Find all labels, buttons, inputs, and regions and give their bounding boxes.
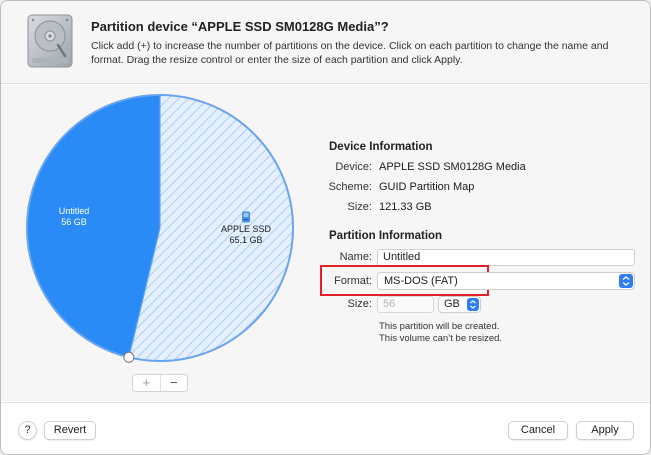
partition-size-label: Size: — [347, 298, 372, 310]
format-label: Format: — [334, 275, 372, 287]
updown-chevron-icon — [467, 298, 479, 311]
device-value: APPLE SSD SM0128G Media — [379, 161, 526, 173]
partition-info-title: Partition Information — [329, 230, 443, 242]
size-unit-select[interactable]: GB — [438, 296, 481, 313]
add-remove-partition-control: + − — [132, 374, 188, 392]
partition-note-resize: This volume can’t be resized. — [379, 333, 503, 344]
updown-chevron-icon — [619, 274, 633, 288]
partition-note-created: This partition will be created. — [379, 321, 500, 332]
cancel-button[interactable]: Cancel — [508, 421, 568, 440]
apply-button[interactable]: Apply — [576, 421, 634, 440]
partition-label-untitled: Untitled 56 GB — [43, 206, 105, 228]
dialog-header: Partition device “APPLE SSD SM0128G Medi… — [1, 1, 650, 84]
partition-name-field[interactable]: Untitled — [377, 249, 635, 266]
hard-disk-icon — [27, 14, 73, 68]
partition-size-field[interactable]: 56 — [377, 296, 434, 313]
dialog-title: Partition device “APPLE SSD SM0128G Medi… — [91, 19, 389, 34]
partition-label-apple-ssd: APPLE SSD 65.1 GB — [214, 211, 278, 246]
device-info-title: Device Information — [329, 141, 433, 153]
name-label: Name: — [339, 251, 372, 263]
partition-name: APPLE SSD — [220, 224, 272, 234]
help-button[interactable]: ? — [18, 421, 37, 440]
partition-size: 56 GB — [61, 217, 87, 227]
revert-button[interactable]: Revert — [44, 421, 96, 440]
device-size-label: Size: — [347, 201, 372, 213]
resize-handle[interactable] — [123, 351, 135, 363]
add-partition-button[interactable]: + — [133, 375, 160, 391]
device-label: Device: — [335, 161, 372, 173]
size-unit-value: GB — [444, 298, 460, 310]
format-select[interactable]: MS-DOS (FAT) — [377, 272, 635, 290]
dialog-description: Click add (+) to increase the number of … — [91, 40, 609, 66]
finder-drive-icon — [242, 211, 250, 223]
device-size-value: 121.33 GB — [379, 201, 432, 213]
remove-partition-button[interactable]: − — [159, 375, 188, 391]
format-select-value: MS-DOS (FAT) — [384, 275, 458, 287]
scheme-label: Scheme: — [328, 181, 372, 193]
partition-size: 65.1 GB — [229, 235, 263, 245]
scheme-value: GUID Partition Map — [379, 181, 475, 193]
partition-name: Untitled — [58, 206, 90, 216]
partition-dialog: Partition device “APPLE SSD SM0128G Medi… — [0, 0, 651, 455]
